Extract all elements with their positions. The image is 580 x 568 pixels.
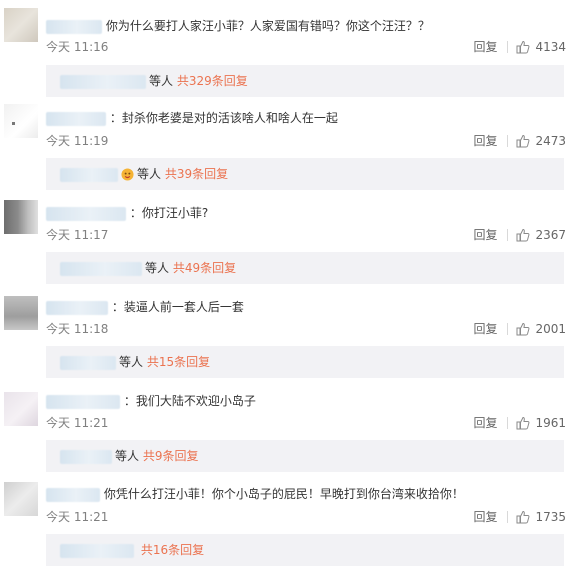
avatar[interactable]	[4, 8, 38, 42]
thumbs-up-icon	[516, 134, 530, 148]
reply-button[interactable]: 回复	[473, 510, 497, 524]
divider	[507, 323, 509, 335]
comment-text: 你凭什么打汪小菲！你个小岛子的屁民！早晚打到你台湾来收拾你！	[103, 487, 464, 501]
avatar[interactable]	[4, 296, 38, 330]
comment-text: 你为什么要打人家汪小菲？人家爱国有错吗？你这个汪汪？？	[105, 19, 430, 33]
comment-actions: 回复 2473	[473, 133, 566, 149]
comment-body: ：封杀你老婆是对的活该啥人和啥人在一起	[46, 110, 338, 126]
username-blurred[interactable]	[46, 394, 120, 409]
comment-actions: 回复 1735	[473, 509, 566, 525]
thumbs-up-icon	[516, 322, 530, 336]
like-count: 2367	[535, 228, 566, 242]
comment-time: 今天 11:21	[46, 416, 109, 430]
sub-replies-bar[interactable]: 等人 共9条回复	[46, 440, 564, 472]
username-blurred[interactable]	[60, 543, 134, 558]
comment-actions: 回复 2367	[473, 227, 566, 243]
username-blurred[interactable]	[46, 300, 108, 315]
divider	[507, 135, 509, 147]
view-replies-link[interactable]: 共329条回复	[177, 74, 248, 88]
avatar[interactable]	[4, 104, 38, 138]
comment-text: ：我们大陆不欢迎小岛子	[123, 394, 256, 408]
sub-replies-suffix: 等人	[115, 449, 140, 463]
comment-body: 你为什么要打人家汪小菲？人家爱国有错吗？你这个汪汪？？	[46, 18, 430, 34]
username-blurred[interactable]	[46, 206, 126, 221]
username-blurred[interactable]	[60, 355, 116, 370]
sub-replies-bar[interactable]: 等人 共49条回复	[46, 252, 564, 284]
divider	[507, 41, 509, 53]
like-count: 1735	[535, 510, 566, 524]
thumbs-up-icon	[516, 228, 530, 242]
sub-replies-bar[interactable]: 等人 共39条回复	[46, 158, 564, 190]
username-blurred[interactable]	[46, 19, 102, 34]
reply-button[interactable]: 回复	[473, 322, 497, 336]
comment-text: ：装逼人前一套人后一套	[111, 300, 244, 314]
like-count: 1961	[535, 416, 566, 430]
comment-time: 今天 11:18	[46, 322, 109, 336]
reply-button[interactable]: 回复	[473, 228, 497, 242]
comment-text: ：你打汪小菲?	[129, 206, 209, 220]
like-button[interactable]: 1735	[516, 510, 566, 524]
username-blurred[interactable]	[46, 487, 100, 502]
thumbs-up-icon	[516, 510, 530, 524]
sub-replies-bar[interactable]: 等人 共15条回复	[46, 346, 564, 378]
comment-body: 你凭什么打汪小菲！你个小岛子的屁民！早晚打到你台湾来收拾你！	[46, 486, 464, 502]
divider	[507, 229, 509, 241]
divider	[507, 417, 509, 429]
like-button[interactable]: 4134	[516, 40, 566, 54]
username-blurred[interactable]	[46, 111, 106, 126]
comment-actions: 回复 1961	[473, 415, 566, 431]
view-replies-link[interactable]: 共49条回复	[173, 261, 236, 275]
divider	[507, 511, 509, 523]
reply-button[interactable]: 回复	[473, 134, 497, 148]
sub-replies-bar[interactable]: 等人 共329条回复	[46, 65, 564, 97]
sub-replies-suffix: 等人	[145, 261, 170, 275]
like-count: 2001	[535, 322, 566, 336]
comment-body: ：我们大陆不欢迎小岛子	[46, 393, 256, 409]
thumbs-up-icon	[516, 416, 530, 430]
avatar[interactable]	[4, 482, 38, 516]
sub-replies-suffix: 等人	[149, 74, 174, 88]
view-replies-link[interactable]: 共15条回复	[147, 355, 210, 369]
thumbs-up-icon	[516, 40, 530, 54]
reply-button[interactable]: 回复	[473, 416, 497, 430]
avatar[interactable]	[4, 392, 38, 426]
like-button[interactable]: 1961	[516, 416, 566, 430]
comment-actions: 回复 2001	[473, 321, 566, 337]
sub-replies-suffix: 等人	[137, 167, 162, 181]
comment-time: 今天 11:16	[46, 40, 109, 54]
face-emoji-icon	[121, 168, 134, 181]
comment-time: 今天 11:21	[46, 510, 109, 524]
view-replies-link[interactable]: 共39条回复	[165, 167, 228, 181]
username-blurred[interactable]	[60, 449, 112, 464]
comment-text: ：封杀你老婆是对的活该啥人和啥人在一起	[109, 111, 338, 125]
sub-replies-suffix: 等人	[119, 355, 144, 369]
comment-body: ：装逼人前一套人后一套	[46, 299, 244, 315]
sub-replies-bar[interactable]: 共16条回复	[46, 534, 564, 566]
reply-button[interactable]: 回复	[473, 40, 497, 54]
comment-actions: 回复 4134	[473, 39, 566, 55]
username-blurred[interactable]	[60, 167, 118, 182]
like-button[interactable]: 2001	[516, 322, 566, 336]
view-replies-link[interactable]: 共9条回复	[143, 449, 199, 463]
avatar[interactable]	[4, 200, 38, 234]
comment-time: 今天 11:17	[46, 228, 109, 242]
like-count: 4134	[535, 40, 566, 54]
comment-time: 今天 11:19	[46, 134, 109, 148]
username-blurred[interactable]	[60, 261, 142, 276]
like-button[interactable]: 2473	[516, 134, 566, 148]
like-button[interactable]: 2367	[516, 228, 566, 242]
comment-body: ：你打汪小菲?	[46, 205, 208, 221]
view-replies-link[interactable]: 共16条回复	[141, 543, 204, 557]
like-count: 2473	[535, 134, 566, 148]
username-blurred[interactable]	[60, 74, 146, 89]
